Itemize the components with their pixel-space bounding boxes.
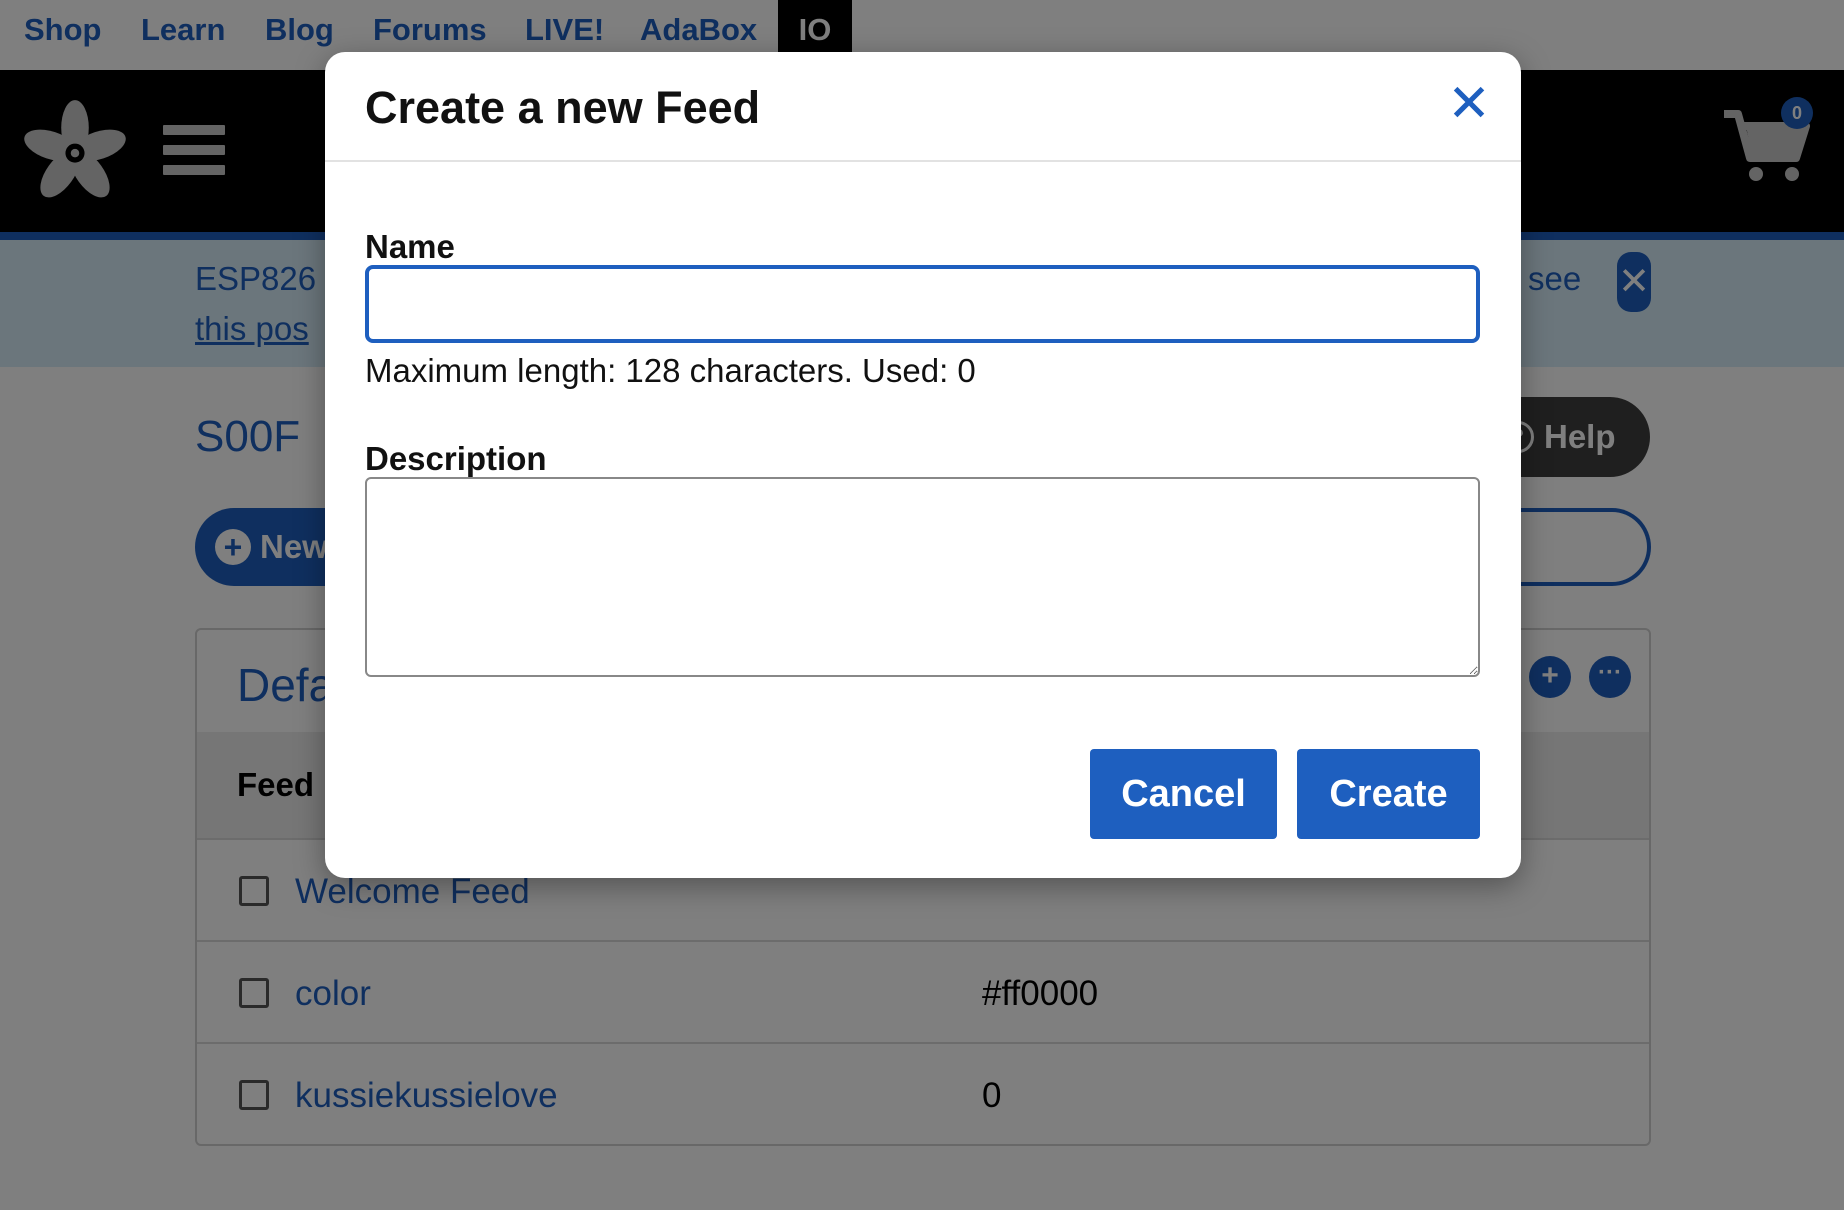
modal-header: Create a new Feed ✕	[325, 52, 1521, 162]
cancel-button[interactable]: Cancel	[1090, 749, 1277, 839]
feed-description-textarea[interactable]	[365, 477, 1480, 677]
create-feed-modal: Create a new Feed ✕ Name Maximum length:…	[325, 52, 1521, 878]
name-length-hint: Maximum length: 128 characters. Used: 0	[365, 352, 976, 389]
create-button[interactable]: Create	[1297, 749, 1480, 839]
modal-title: Create a new Feed	[365, 82, 761, 133]
modal-close-icon[interactable]: ✕	[1445, 78, 1493, 130]
name-label: Name	[365, 228, 455, 265]
feed-name-input[interactable]	[365, 265, 1480, 343]
description-label: Description	[365, 440, 547, 477]
